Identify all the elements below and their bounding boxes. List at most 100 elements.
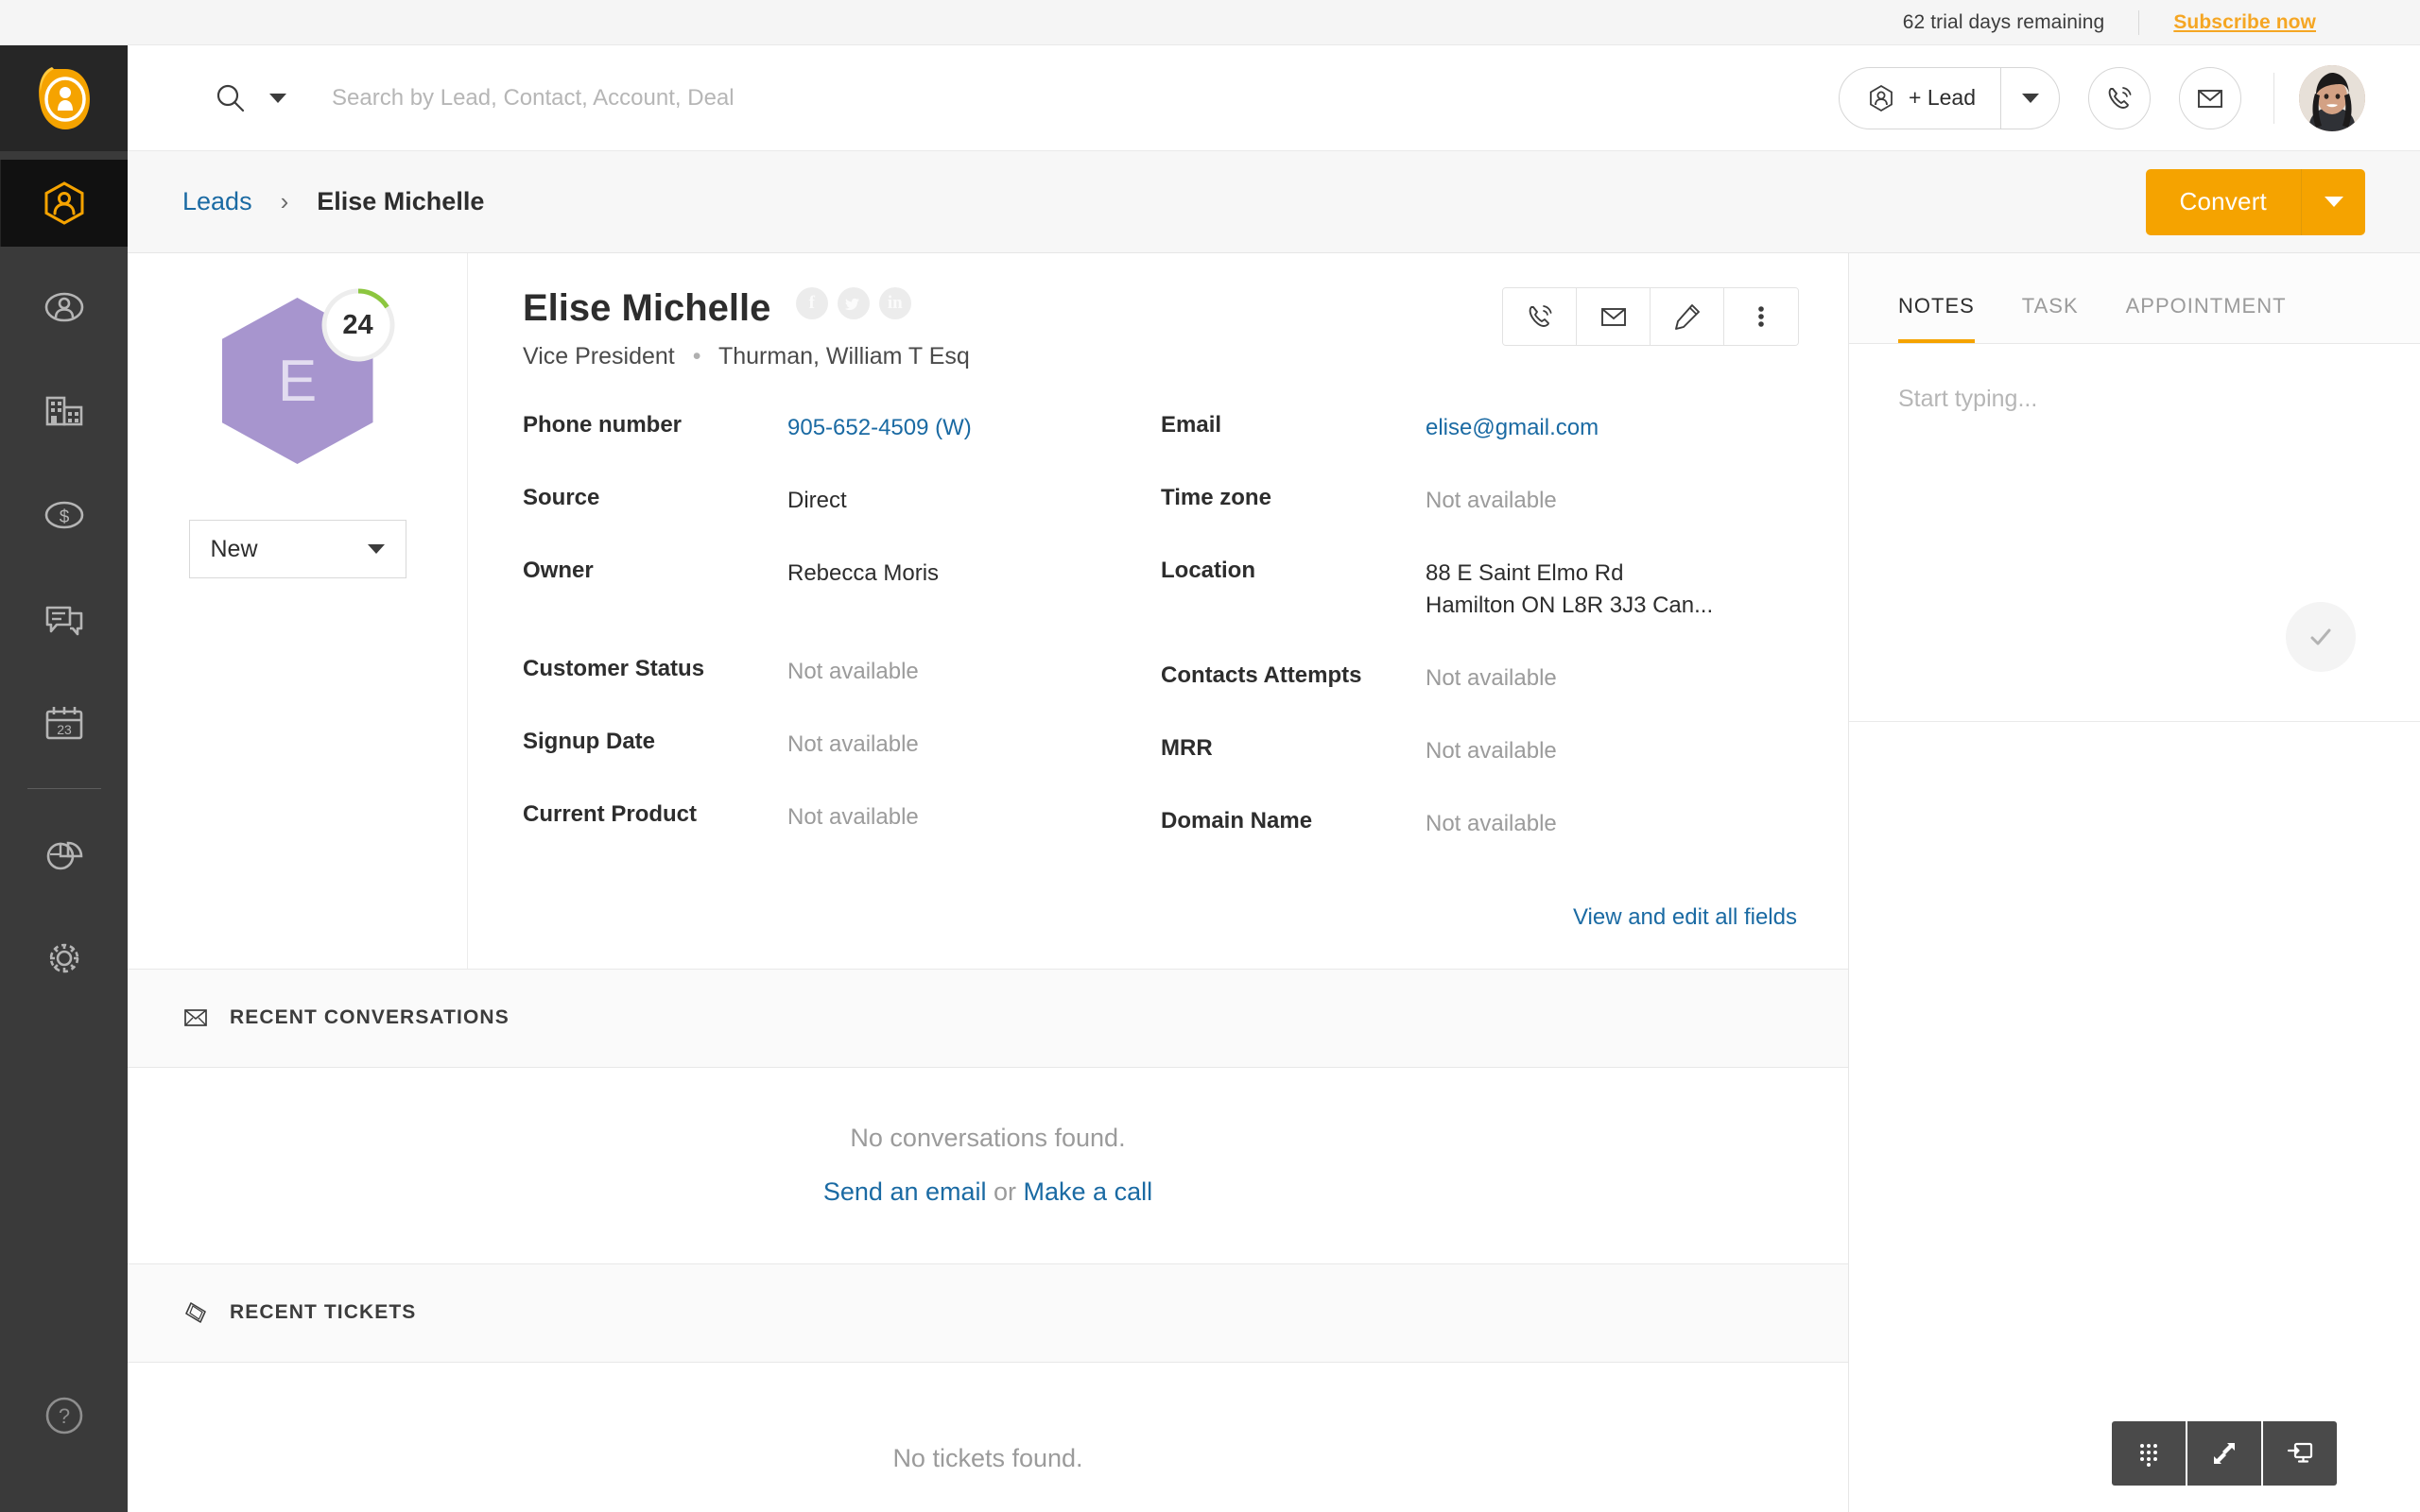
field-email: Email elise@gmail.com (1161, 412, 1799, 444)
tab-notes[interactable]: NOTES (1898, 294, 1975, 343)
view-and-edit-all-fields-link[interactable]: View and edit all fields (523, 901, 1799, 969)
call-button[interactable] (1503, 288, 1577, 345)
section-title: RECENT TICKETS (230, 1301, 417, 1324)
sidebar-item-leads[interactable] (0, 151, 128, 255)
top-bar: + Lead (128, 45, 2420, 151)
lead-subtitle: Vice President • Thurman, William T Esq (523, 343, 1502, 370)
more-icon (1758, 306, 1764, 327)
notes-panel: NOTES TASK APPOINTMENT Start typing... (1848, 253, 2420, 1512)
chevron-down-icon (367, 544, 385, 554)
twitter-bird (844, 298, 859, 310)
field-value: Not available (787, 659, 919, 685)
sidebar-item-contacts[interactable] (0, 255, 128, 359)
help-circle-icon: ? (45, 1397, 82, 1435)
tab-task[interactable]: TASK (2022, 294, 2079, 343)
linkedin-icon[interactable]: in (878, 286, 911, 319)
phone-button[interactable] (2088, 66, 2151, 129)
empty-state-text: No conversations found. (850, 1124, 1126, 1153)
breadcrumb-leads-link[interactable]: Leads (182, 187, 252, 216)
field-label: Contacts Attempts (1161, 662, 1362, 689)
resize-button[interactable] (2187, 1421, 2261, 1486)
sidebar-item-settings[interactable] (0, 906, 128, 1010)
edit-button[interactable] (1651, 288, 1724, 345)
field-label: Source (523, 485, 600, 511)
avatar-photo (2299, 64, 2365, 131)
freshsales-logo-icon (38, 67, 90, 129)
user-avatar[interactable] (2299, 64, 2365, 131)
dialpad-icon (2140, 1444, 2157, 1467)
popout-screen-icon (2287, 1442, 2313, 1463)
add-lead-dropdown[interactable] (2000, 67, 2059, 129)
field-value: Not available (787, 804, 919, 831)
subscribe-now-link[interactable]: Subscribe now (2173, 11, 2316, 34)
field-source: Source Direct (523, 485, 1161, 517)
lead-badge-icon (1870, 84, 1893, 112)
top-actions: + Lead (1839, 64, 2420, 131)
lead-fields-left: Phone number 905-652-4509 (W) Source Dir… (523, 412, 1161, 882)
send-an-email-link[interactable]: Send an email (823, 1177, 987, 1206)
lead-profile-row: E 24 New Elise Michelle f in Vice Presid… (128, 253, 1848, 970)
field-customer-status: Customer Status Not available (523, 656, 1161, 688)
breadcrumb-separator: › (280, 187, 289, 215)
field-owner: Owner Rebecca Moris (523, 558, 1161, 590)
recent-tickets-header: RECENT TICKETS (128, 1263, 1848, 1363)
breadcrumb-bar: Leads › Elise Michelle Convert (128, 151, 2420, 253)
empty-state-text: No tickets found. (892, 1443, 1083, 1472)
field-value[interactable]: 905-652-4509 (W) (787, 412, 972, 444)
lead-identity: Elise Michelle f in Vice President • Thu… (523, 286, 1502, 370)
search-scope-dropdown[interactable] (269, 93, 286, 103)
dialpad-button[interactable] (2112, 1421, 2186, 1486)
lead-status-dropdown[interactable]: New (188, 520, 406, 578)
lead-name: Elise Michelle (523, 287, 771, 329)
twitter-icon[interactable] (837, 286, 870, 319)
add-lead-main[interactable]: + Lead (1840, 68, 2000, 129)
field-value[interactable]: elise@gmail.com (1426, 412, 1599, 444)
lead-score-badge: 24 (319, 285, 398, 365)
field-label: Customer Status (523, 656, 705, 682)
email-button[interactable] (1577, 288, 1651, 345)
notes-submit-button[interactable] (2286, 602, 2356, 672)
sidebar-item-conversations[interactable] (0, 567, 128, 671)
field-label: Current Product (523, 801, 698, 828)
notes-placeholder[interactable]: Start typing... (1898, 386, 2371, 413)
search-input[interactable] (332, 84, 1372, 112)
chevron-down-icon (2021, 93, 2039, 103)
popout-button[interactable] (2263, 1421, 2337, 1486)
make-a-call-link[interactable]: Make a call (1024, 1177, 1153, 1206)
sidebar-item-accounts[interactable] (0, 359, 128, 463)
sidebar-item-deals[interactable]: $ (0, 463, 128, 567)
email-button[interactable] (2179, 66, 2241, 129)
sidebar-item-calendar[interactable]: 23 (0, 671, 128, 775)
tab-appointment[interactable]: APPOINTMENT (2126, 294, 2287, 343)
section-title: RECENT CONVERSATIONS (230, 1006, 510, 1029)
field-contacts-attempts: Contacts Attempts Not available (1161, 662, 1799, 695)
svg-text:$: $ (59, 507, 69, 527)
sidebar-item-reports[interactable] (0, 802, 128, 906)
lead-name-row: Elise Michelle f in Vice President • Thu… (523, 286, 1799, 370)
app-logo[interactable] (0, 45, 128, 151)
field-time-zone: Time zone Not available (1161, 485, 1799, 517)
chevron-down-icon (2324, 197, 2343, 207)
convert-dropdown[interactable] (2301, 168, 2365, 235)
field-value: Not available (1426, 488, 1557, 514)
convert-button[interactable]: Convert (2145, 168, 2365, 235)
lead-avatar: E 24 (203, 288, 394, 469)
notes-panel-tabs: NOTES TASK APPOINTMENT (1849, 253, 2420, 344)
add-lead-button[interactable]: + Lead (1839, 66, 2060, 129)
field-value: Direct (787, 488, 847, 514)
lead-action-buttons (1502, 287, 1799, 346)
notes-editor[interactable]: Start typing... (1849, 344, 2420, 722)
left-sidebar: $ 23 ? (0, 45, 128, 1512)
sidebar-item-help[interactable]: ? (0, 1378, 128, 1453)
call-icon (1529, 305, 1551, 327)
more-options-button[interactable] (1724, 288, 1798, 345)
ticket-icon (182, 1299, 209, 1326)
pie-chart-icon (46, 841, 82, 870)
contact-icon (44, 292, 83, 322)
search-icon[interactable] (213, 80, 249, 116)
facebook-icon[interactable]: f (795, 286, 828, 319)
trial-days-text: 62 trial days remaining (1902, 10, 2105, 33)
calendar-icon: 23 (45, 707, 82, 740)
resize-arrows-icon (2214, 1443, 2235, 1464)
field-signup-date: Signup Date Not available (523, 729, 1161, 761)
